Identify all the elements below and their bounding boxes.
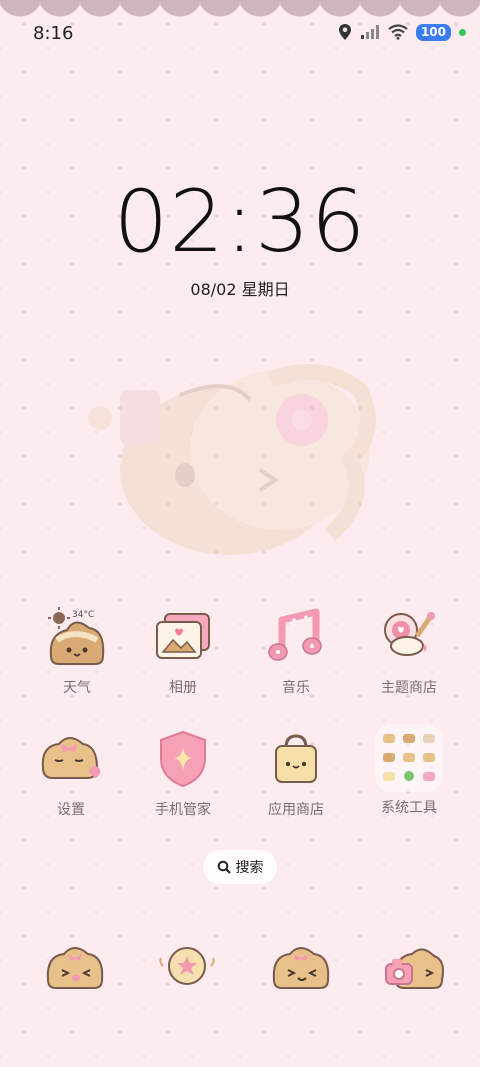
signal-icon — [360, 25, 379, 39]
app-weather[interactable]: 34°C 天气 — [22, 606, 132, 697]
theme-store-icon — [384, 612, 435, 656]
app-label-system-tools: 系统工具 — [381, 800, 437, 816]
app-settings[interactable]: 设置 — [16, 728, 126, 819]
privacy-dot-icon — [459, 28, 466, 36]
status-time: 8:16 — [33, 23, 74, 44]
app-theme-store[interactable]: 主题商店 — [354, 606, 464, 697]
app-music[interactable]: 音乐 — [241, 606, 351, 697]
system-tools-folder-icon — [375, 724, 443, 792]
clock-widget-time[interactable]: 02:36 — [0, 172, 480, 272]
app-label-gallery: 相册 — [169, 680, 197, 696]
location-icon — [338, 24, 351, 40]
app-label-app-store: 应用商店 — [268, 802, 324, 818]
dock-camera[interactable] — [382, 940, 446, 994]
status-icons: 100 — [338, 23, 466, 41]
app-label-settings: 设置 — [57, 802, 85, 818]
search-icon — [217, 860, 231, 874]
music-icon — [268, 608, 322, 661]
wallpaper-mascot-illustration — [88, 364, 376, 555]
search-button[interactable]: 搜索 — [203, 850, 277, 884]
clock-widget-date[interactable]: 08/02 星期日 — [0, 276, 480, 300]
weather-temperature: 34°C — [72, 610, 95, 620]
app-system-tools-folder[interactable]: 系统工具 — [354, 722, 464, 817]
app-label-theme-store: 主题商店 — [381, 680, 437, 696]
app-gallery[interactable]: 相册 — [128, 606, 238, 697]
dock-messages[interactable] — [155, 940, 219, 994]
messages-icon — [159, 947, 215, 985]
phone-icon — [46, 947, 104, 989]
camera-icon — [385, 948, 444, 989]
app-store-icon — [275, 734, 317, 783]
app-phone-manager[interactable]: 手机管家 — [128, 728, 238, 819]
browser-icon — [272, 947, 330, 989]
search-label: 搜索 — [235, 860, 264, 876]
settings-icon — [41, 737, 101, 779]
battery-icon: 100 — [415, 23, 451, 41]
wifi-icon — [388, 24, 408, 40]
app-label-music: 音乐 — [282, 680, 310, 696]
app-label-phone-manager: 手机管家 — [155, 802, 211, 818]
app-label-weather: 天气 — [63, 680, 91, 696]
status-bar: 8:16 100 — [0, 18, 480, 52]
dock-phone[interactable] — [44, 940, 108, 994]
top-scallop-decoration — [0, 0, 480, 18]
phone-manager-icon — [160, 730, 206, 788]
dock-browser[interactable] — [270, 940, 334, 994]
app-app-store[interactable]: 应用商店 — [241, 728, 351, 819]
gallery-icon — [156, 613, 210, 659]
